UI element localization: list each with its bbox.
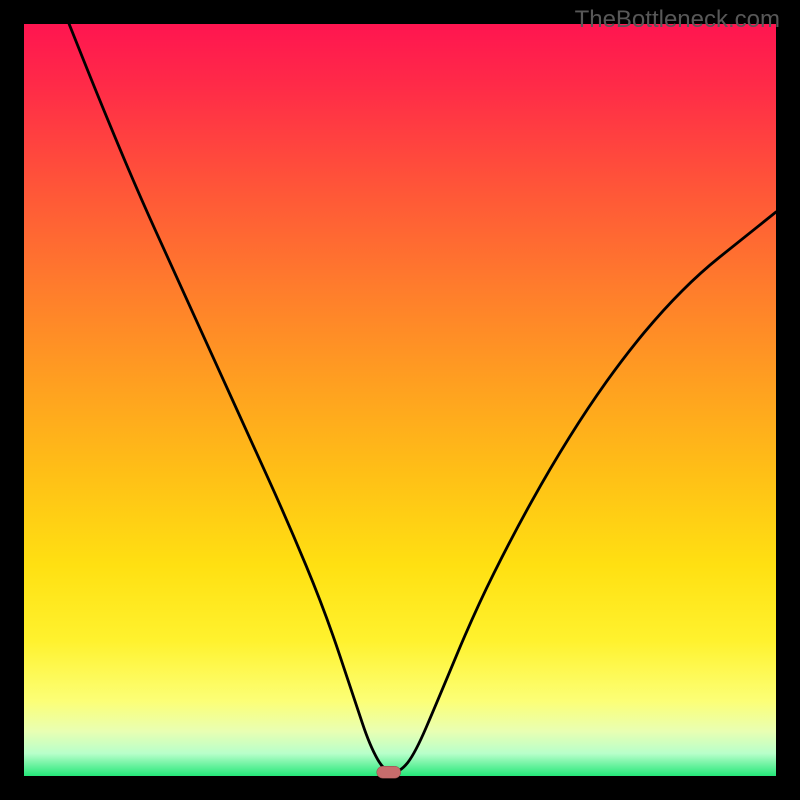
optimum-marker [377,766,401,778]
watermark-text: TheBottleneck.com [575,6,780,34]
chart-frame: TheBottleneck.com [0,0,800,800]
chart-svg [24,24,776,776]
plot-area [24,24,776,776]
bottleneck-curve [69,24,776,772]
